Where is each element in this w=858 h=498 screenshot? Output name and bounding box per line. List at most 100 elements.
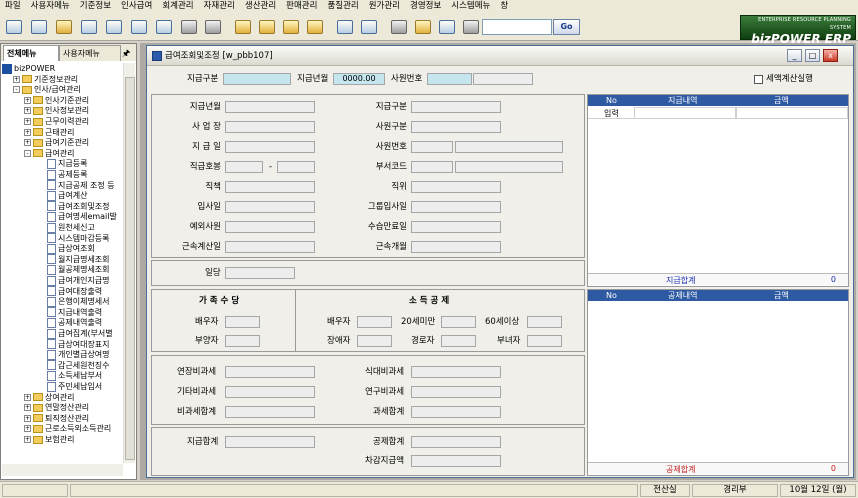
info-left-field[interactable] xyxy=(225,201,315,213)
lock-icon[interactable] xyxy=(358,16,380,38)
clear-icon[interactable] xyxy=(202,16,224,38)
disabled-field[interactable] xyxy=(357,335,392,347)
settings-icon[interactable] xyxy=(334,16,356,38)
deduct-total-field[interactable] xyxy=(411,436,501,448)
female-field[interactable] xyxy=(527,335,562,347)
spouse-field[interactable] xyxy=(225,316,260,328)
info-left-field[interactable] xyxy=(225,101,315,113)
menu-item[interactable]: 시스템메뉴 xyxy=(446,0,495,13)
menu-item[interactable]: 인사급여 xyxy=(116,0,157,13)
menu-item[interactable]: 자재관리 xyxy=(199,0,240,13)
window-titlebar[interactable]: 급여조회및조정 [w_pbb107] _ □ x xyxy=(147,46,853,66)
pay-total-field[interactable] xyxy=(225,436,315,448)
menu-item[interactable]: 원가관리 xyxy=(364,0,405,13)
over60-field[interactable] xyxy=(527,316,562,328)
info-left-field[interactable] xyxy=(225,121,315,133)
table-row[interactable]: 입력 xyxy=(588,107,848,119)
expand-icon[interactable]: + xyxy=(24,139,31,147)
last-icon[interactable] xyxy=(304,16,326,38)
info-right-name-field[interactable] xyxy=(455,141,563,153)
expand-icon[interactable]: + xyxy=(13,75,20,83)
expand-icon[interactable]: + xyxy=(24,393,31,401)
menu-item[interactable]: 회계관리 xyxy=(157,0,198,13)
menu-search-input[interactable] xyxy=(482,19,552,35)
info-right-field[interactable] xyxy=(411,221,501,233)
menu-item[interactable]: 기준정보 xyxy=(75,0,116,13)
expand-icon[interactable]: + xyxy=(24,107,31,115)
expand-icon[interactable]: + xyxy=(24,128,31,136)
info-left-field[interactable] xyxy=(225,221,315,233)
expand-icon[interactable]: + xyxy=(24,436,31,443)
info-left-field[interactable] xyxy=(225,181,315,193)
preview-icon[interactable] xyxy=(128,16,150,38)
next-icon[interactable] xyxy=(280,16,302,38)
delete-icon[interactable] xyxy=(178,16,200,38)
menu-item[interactable]: 사용자메뉴 xyxy=(26,0,75,13)
daily-wage-field[interactable] xyxy=(225,267,295,279)
taxable-total-field[interactable] xyxy=(411,406,501,418)
emp-name-field[interactable] xyxy=(473,73,533,85)
collapse-icon[interactable]: - xyxy=(13,86,20,94)
emp-no-field[interactable] xyxy=(427,73,472,85)
dependent-field[interactable] xyxy=(225,335,260,347)
view-icon[interactable] xyxy=(28,16,50,38)
scroll-thumb[interactable] xyxy=(125,77,135,460)
exempt-total-field[interactable] xyxy=(225,406,315,418)
calc-icon[interactable] xyxy=(436,16,458,38)
go-button[interactable]: Go xyxy=(553,19,580,35)
menu-item[interactable]: 창 xyxy=(495,0,513,13)
tab-all-menu[interactable]: 전체메뉴 xyxy=(3,45,59,61)
first-icon[interactable] xyxy=(232,16,254,38)
tools-icon[interactable] xyxy=(388,16,410,38)
expand-icon[interactable]: + xyxy=(24,414,31,422)
info-left-field[interactable] xyxy=(225,241,315,253)
info-right-code-field[interactable] xyxy=(411,161,453,173)
pay-type-field[interactable] xyxy=(223,73,291,85)
expand-icon[interactable]: + xyxy=(24,96,31,104)
info-right-name-field[interactable] xyxy=(455,161,563,173)
prev-icon[interactable] xyxy=(256,16,278,38)
pay-month-field[interactable]: 0000.00 xyxy=(333,73,385,85)
minimize-button[interactable]: _ xyxy=(787,49,802,62)
other-exempt-field[interactable] xyxy=(225,386,315,398)
step-field[interactable] xyxy=(277,161,315,173)
expand-icon[interactable]: + xyxy=(24,118,31,125)
info-right-field[interactable] xyxy=(411,121,501,133)
menu-item[interactable]: 품질관리 xyxy=(322,0,363,13)
info-right-field[interactable] xyxy=(411,101,501,113)
info-right-field[interactable] xyxy=(411,201,501,213)
menu-item[interactable]: 파일 xyxy=(0,0,26,13)
new-icon[interactable] xyxy=(53,16,75,38)
tab-user-menu[interactable]: 사용자메뉴 xyxy=(59,45,121,61)
collapse-icon[interactable]: - xyxy=(24,149,31,157)
deduct-spouse-field[interactable] xyxy=(357,316,392,328)
tree-folder-item[interactable]: + 보험관리 xyxy=(24,434,74,446)
menu-item[interactable]: 판매관리 xyxy=(281,0,322,13)
tree-vertical-scrollbar[interactable] xyxy=(123,63,135,463)
research-exempt-field[interactable] xyxy=(411,386,501,398)
grade-field[interactable] xyxy=(225,161,263,173)
tree-horizontal-scrollbar[interactable] xyxy=(2,464,123,476)
under20-field[interactable] xyxy=(441,316,476,328)
row-amount-cell[interactable] xyxy=(736,107,848,119)
expand-icon[interactable]: + xyxy=(24,404,31,412)
info-right-code-field[interactable] xyxy=(411,141,453,153)
exit-icon[interactable] xyxy=(460,16,482,38)
info-right-field[interactable] xyxy=(411,181,501,193)
senior-field[interactable] xyxy=(441,335,476,347)
row-name-cell[interactable] xyxy=(634,107,736,119)
tax-calc-checkbox[interactable] xyxy=(754,75,763,84)
close-button[interactable]: x xyxy=(823,49,838,62)
meal-exempt-field[interactable] xyxy=(411,366,501,378)
menu-item[interactable]: 생산관리 xyxy=(240,0,281,13)
cart-icon[interactable] xyxy=(412,16,434,38)
save-icon[interactable] xyxy=(78,16,100,38)
overtime-exempt-field[interactable] xyxy=(225,366,315,378)
open-icon[interactable] xyxy=(3,16,25,38)
info-left-field[interactable] xyxy=(225,141,315,153)
pin-icon[interactable]: 🖈 xyxy=(122,46,130,62)
print-icon[interactable] xyxy=(103,16,125,38)
info-right-field[interactable] xyxy=(411,241,501,253)
expand-icon[interactable]: + xyxy=(24,425,31,433)
menu-item[interactable]: 경영정보 xyxy=(405,0,446,13)
